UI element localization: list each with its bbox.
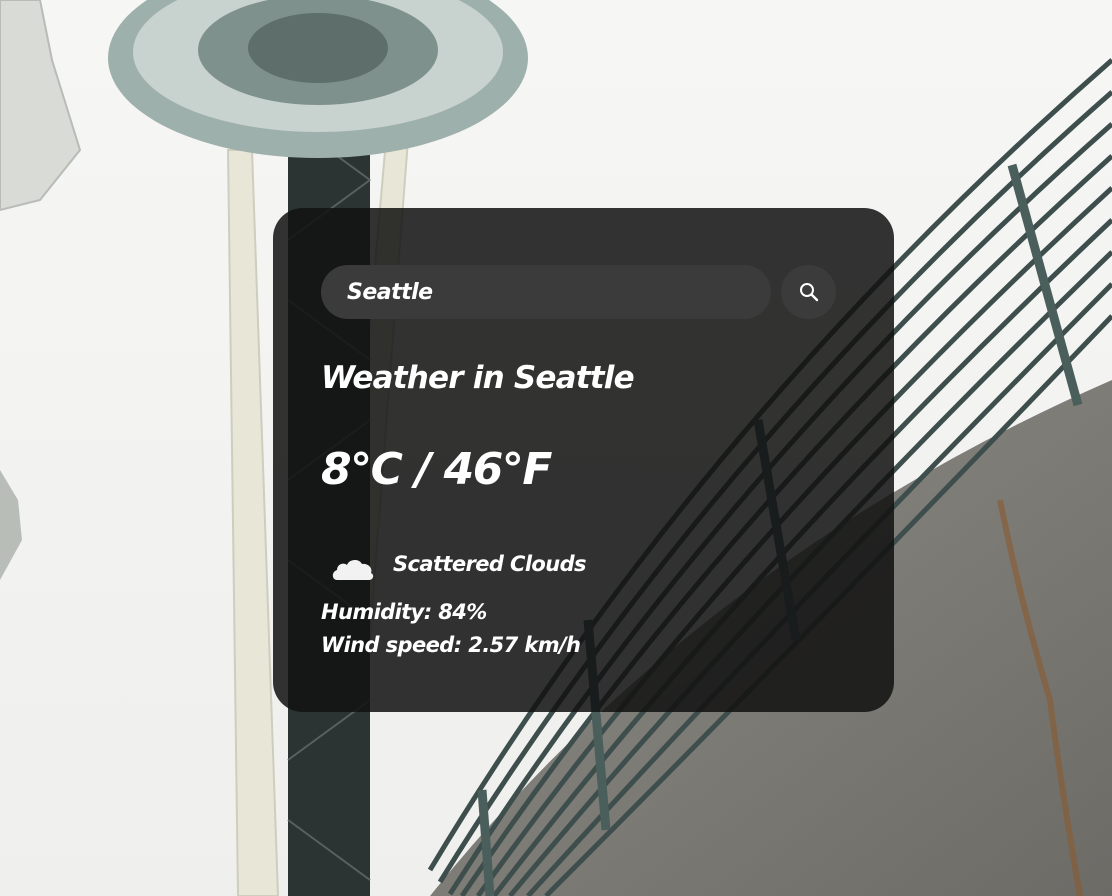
weather-card: Weather in Seattle 8°C / 46°F Scattered … <box>273 208 894 712</box>
cloud-icon <box>332 559 374 580</box>
search-bar <box>321 265 836 319</box>
search-icon <box>799 283 818 302</box>
search-button[interactable] <box>781 265 836 319</box>
temperature: 8°C / 46°F <box>321 444 552 495</box>
city-title: Weather in Seattle <box>321 360 635 396</box>
search-input[interactable] <box>321 265 771 319</box>
wind-speed: Wind speed: 2.57 km/h <box>321 633 581 657</box>
humidity: Humidity: 84% <box>321 600 487 624</box>
weather-condition: Scattered Clouds <box>393 552 587 576</box>
